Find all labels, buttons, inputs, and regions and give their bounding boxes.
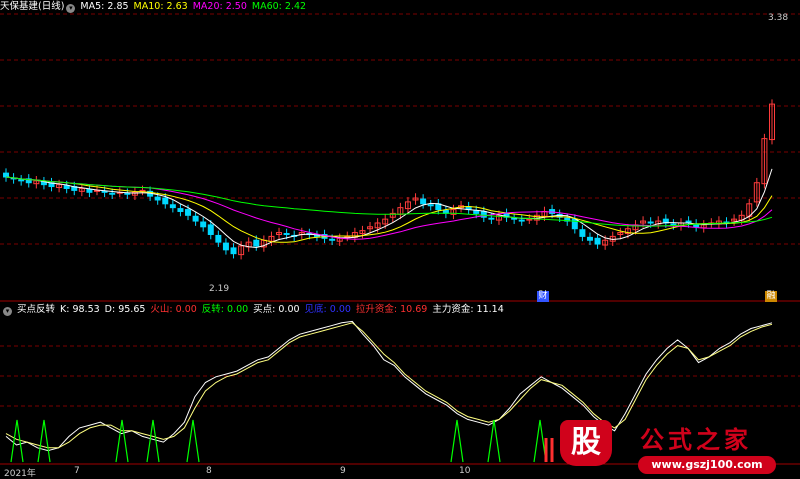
candle-body (63, 185, 70, 189)
huoshan-label: 火山: 0.00 (150, 304, 197, 315)
reversal-spike (37, 419, 51, 463)
candle-body (511, 217, 518, 220)
candle-body (86, 188, 93, 193)
moving-averages (5, 168, 773, 249)
zhuli-label: 主力资金: 11.14 (432, 304, 504, 315)
ma5-line (5, 168, 773, 249)
candle-body (427, 204, 434, 207)
ma10-label: MA10: 2.63 (133, 1, 188, 12)
candle-body (215, 234, 222, 243)
x-tick-jul: 7 (74, 466, 80, 476)
candle-body (200, 221, 207, 228)
candle-body (192, 215, 199, 222)
x-tick-aug: 8 (206, 466, 212, 476)
settings-icon[interactable]: ▾ (66, 4, 76, 13)
candle-body (313, 234, 320, 237)
candle-body (18, 179, 25, 182)
candle-body (169, 204, 176, 209)
indicator-name[interactable]: 买点反转 (17, 304, 55, 315)
d-label: D: 95.65 (104, 304, 146, 315)
candle-body (177, 208, 184, 212)
reversal-signals (10, 419, 554, 463)
candle-body (329, 238, 336, 241)
indicator-settings-icon[interactable]: ▾ (3, 307, 12, 316)
finance-badge[interactable]: 财 (537, 291, 549, 302)
x-tick-sep: 9 (340, 466, 346, 476)
reversal-spike (450, 419, 464, 463)
price-header: 天保基建(日线) ▾ MA5: 2.85 MA10: 2.63 MA20: 2.50 MA… (0, 0, 311, 14)
lasheng-label: 拉升资金: 10.69 (355, 304, 428, 315)
reversal-spike (146, 419, 160, 463)
candle-body (162, 197, 169, 205)
stock-title[interactable]: 天保基建(日线) (0, 1, 64, 12)
candle-body (185, 209, 192, 216)
candle-body (488, 217, 495, 220)
x-tick-year: 2021年 (4, 469, 36, 479)
candle-body (3, 172, 9, 178)
fanzhuan-label: 反转: 0.00 (201, 304, 249, 315)
candle-body (526, 218, 533, 221)
k-label: K: 98.53 (60, 304, 100, 315)
candle-body (253, 239, 260, 247)
candle-body (109, 192, 116, 195)
candle-body (222, 242, 229, 251)
candle-body (230, 247, 237, 255)
candle-body (207, 224, 214, 235)
candle-body (518, 219, 525, 222)
ma20-label: MA20: 2.50 (192, 1, 247, 12)
volcano-bar (550, 438, 554, 462)
watermark-logo: 股 (560, 420, 612, 466)
candle-body (670, 223, 677, 226)
volcano-bar (544, 438, 548, 462)
ma60-line (5, 176, 773, 227)
reversal-spike (487, 419, 501, 463)
candlesticks (3, 99, 775, 260)
watermark-title: 公式之家 (640, 425, 752, 454)
indicator-header: ▾ 买点反转 K: 98.53 D: 95.65 火山: 0.00 反转: 0.00 买点:… (0, 303, 509, 317)
candle-body (579, 229, 586, 237)
jiandi-label: 见底: 0.00 (304, 304, 351, 315)
candle-body (283, 233, 290, 236)
maidian-label: 买点: 0.00 (253, 304, 300, 315)
candle-body (647, 221, 654, 224)
reversal-spike (533, 419, 547, 463)
candle-body (594, 237, 601, 245)
low-price-label: 2.19 (209, 284, 230, 294)
reversal-spike (115, 419, 129, 463)
reversal-spike (186, 419, 200, 463)
candle-body (124, 192, 131, 195)
watermark-url: www.gszj100.com (638, 456, 776, 474)
ma60-label: MA60: 2.42 (251, 1, 307, 12)
x-tick-oct: 10 (459, 466, 471, 476)
candle-body (154, 196, 161, 201)
candle-body (586, 236, 593, 241)
ma5-label: MA5: 2.85 (80, 1, 129, 12)
candle-body (420, 198, 427, 205)
watermark: 股 公式之家 www.gszj100.com (556, 414, 800, 479)
margin-badge[interactable]: 融 (765, 291, 777, 302)
kline-chart[interactable] (0, 0, 800, 479)
candle-body (101, 190, 108, 193)
high-price-label: 3.38 (768, 13, 789, 23)
grid-lines (0, 13, 800, 465)
